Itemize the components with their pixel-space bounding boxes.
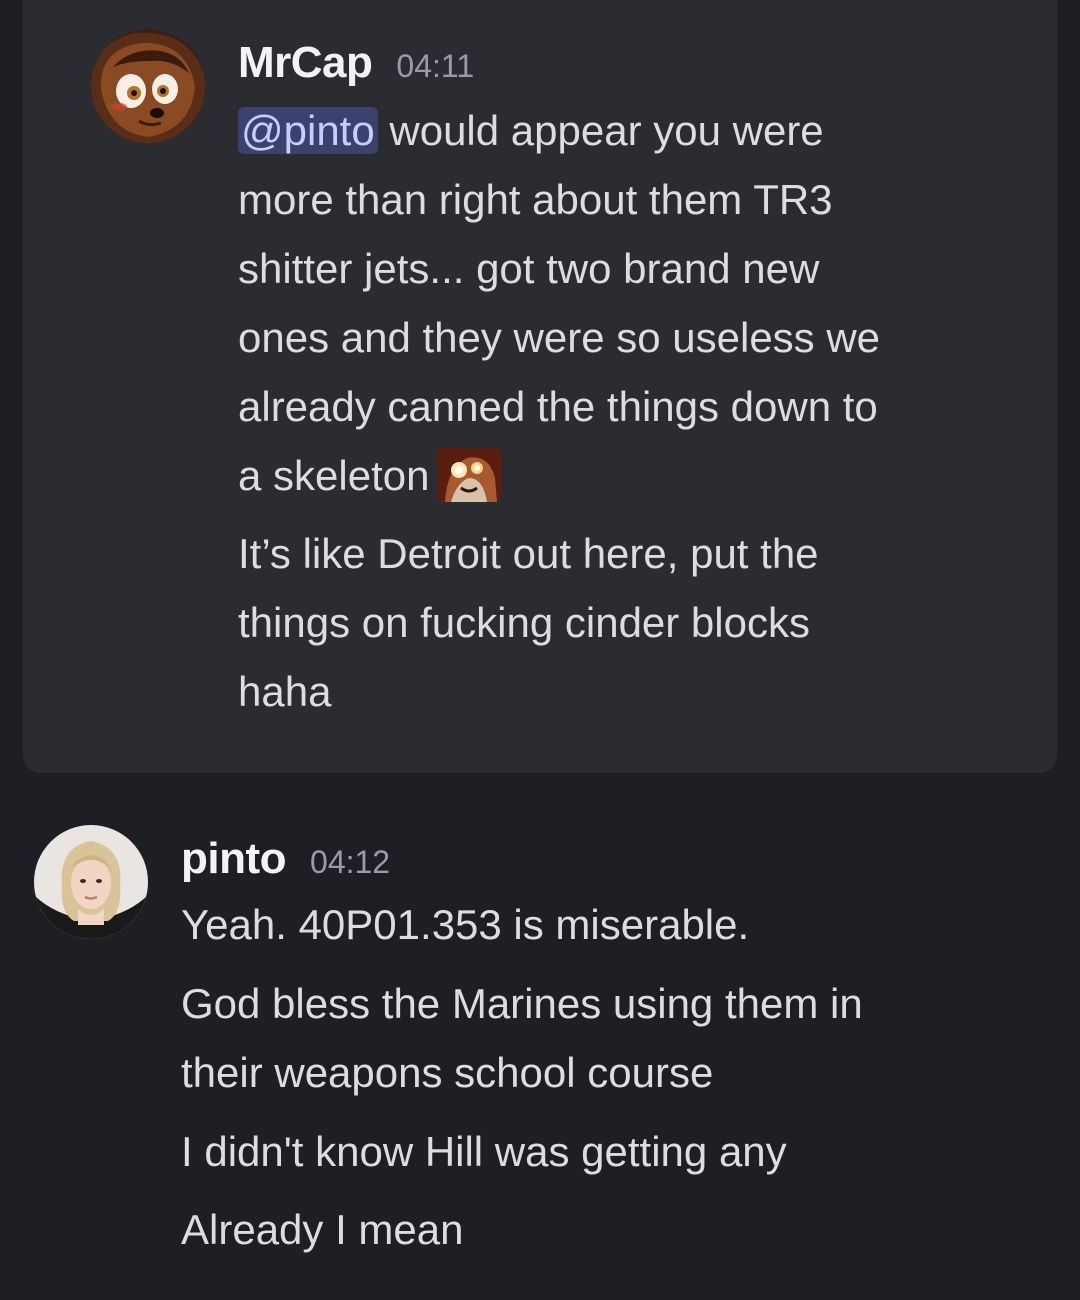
user-mention[interactable]: @pinto (238, 107, 378, 154)
message-line: more than right about them TR3 (238, 176, 833, 223)
message-line: I didn't know Hill was getting any (181, 1128, 787, 1175)
message-line: @pinto would appear you were (238, 96, 824, 165)
message-line: God bless the Marines using them in (181, 980, 863, 1027)
username[interactable]: MrCap (238, 38, 373, 88)
message-line: Already I mean (181, 1206, 464, 1253)
message-header-pinto: pinto 04:12 (181, 834, 390, 884)
woman-portrait-avatar-icon (34, 825, 148, 939)
message-line: Yeah. 40P01.353 is miserable. (181, 901, 750, 948)
chat-screen: MrCap 04:11 @pinto would appear you were… (0, 0, 1080, 1300)
timestamp: 04:12 (310, 844, 391, 880)
timestamp: 04:11 (396, 48, 475, 84)
message-line: things on fucking cinder blocks (238, 599, 810, 646)
message-text: a skeleton (238, 452, 430, 499)
pinto-avatar[interactable] (34, 825, 148, 939)
message-text: would appear you were (377, 107, 824, 154)
message-line: It’s like Detroit out here, put the (238, 530, 819, 577)
message-line: ones and they were so useless we (238, 314, 881, 361)
message-line: shitter jets... got two brand new (238, 245, 820, 292)
message-line: already canned the things down to (238, 383, 878, 430)
message-line: a skeleton (238, 441, 502, 510)
message-line: their weapons school course (181, 1049, 714, 1096)
glowing-eyes-emoji-icon[interactable] (437, 448, 502, 502)
message-line: haha (238, 668, 332, 715)
message-header-mrcap: MrCap 04:11 (238, 38, 474, 88)
username[interactable]: pinto (181, 834, 287, 884)
mrcap-avatar[interactable] (91, 29, 205, 143)
cartoon-character-avatar-icon (91, 29, 205, 143)
